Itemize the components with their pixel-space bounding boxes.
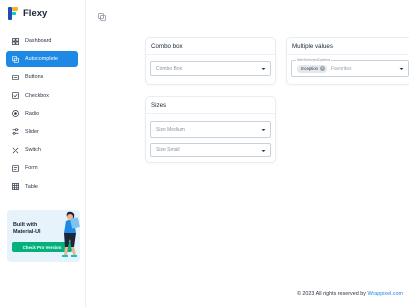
combo-box-card: Combo box Combo Box bbox=[145, 37, 276, 85]
chevron-down-icon[interactable] bbox=[261, 128, 266, 132]
sidebar-item-label: Checkbox bbox=[25, 92, 49, 99]
sidebar-item-autocomplete[interactable]: Autocomplete bbox=[6, 51, 78, 68]
placeholder: Size Medium bbox=[156, 126, 185, 133]
wrappixel-link[interactable]: Wrappixel.com bbox=[367, 291, 403, 297]
divider bbox=[146, 113, 275, 114]
sidebar-item-label: Slider bbox=[25, 128, 39, 135]
checkbox-icon bbox=[12, 92, 19, 99]
sizes-card: Sizes Size Medium Size Small bbox=[145, 96, 276, 163]
selected-chip[interactable]: Inception × bbox=[297, 64, 327, 73]
combo-box-input[interactable]: Combo Box bbox=[150, 61, 271, 76]
person-laptop-illustration-icon bbox=[62, 211, 80, 257]
divider bbox=[287, 54, 409, 55]
size-small-input[interactable]: Size Small bbox=[150, 143, 271, 157]
placeholder: Favorites bbox=[331, 65, 352, 72]
multiple-values-input[interactable]: filterSelectedOptions Inception × Favori… bbox=[291, 58, 409, 77]
sidebar-item-label: Switch bbox=[25, 147, 41, 154]
layers-icon bbox=[12, 55, 19, 63]
multiple-values-card: Multiple values filterSelectedOptions In… bbox=[286, 37, 409, 85]
brand-name: Flexy bbox=[23, 8, 48, 19]
card-title: Multiple values bbox=[292, 43, 333, 50]
card-title: Sizes bbox=[151, 102, 167, 109]
placeholder: Size Small bbox=[156, 147, 180, 153]
sidebar-item-form[interactable]: Form bbox=[6, 160, 78, 176]
switch-icon bbox=[12, 147, 19, 154]
divider bbox=[146, 54, 275, 55]
sidebar-item-table[interactable]: Table bbox=[6, 179, 78, 195]
sidebar-item-dashboard[interactable]: Dashboard bbox=[6, 33, 78, 49]
sidebar: Flexy Dashboard Autocomplete Buttons Che… bbox=[0, 0, 86, 307]
chevron-down-icon[interactable] bbox=[261, 149, 266, 153]
radio-icon bbox=[12, 110, 19, 118]
grid-icon bbox=[12, 37, 19, 45]
sidebar-item-label: Radio bbox=[25, 110, 40, 117]
sidebar-item-label: Form bbox=[25, 165, 38, 172]
sidebar-item-label: Dashboard bbox=[25, 38, 52, 44]
sidebar-item-switch[interactable]: Switch bbox=[6, 142, 78, 158]
sidebar-item-label: Buttons bbox=[25, 74, 44, 81]
footer: © 2023 All rights reserved by Wrappixel.… bbox=[297, 291, 403, 297]
sidebar-item-checkbox[interactable]: Checkbox bbox=[6, 88, 78, 104]
flexy-logo-icon bbox=[8, 7, 18, 20]
chevron-down-icon[interactable] bbox=[399, 67, 404, 71]
copyright-text: © 2023 All rights reserved by bbox=[296, 291, 368, 297]
remove-chip-icon[interactable]: × bbox=[320, 66, 325, 71]
table-icon bbox=[12, 183, 19, 190]
layers-icon[interactable] bbox=[98, 8, 106, 21]
sidebar-item-slider[interactable]: Slider bbox=[6, 124, 78, 140]
card-title: Combo box bbox=[151, 43, 183, 50]
form-icon bbox=[12, 164, 19, 172]
pro-promo-card: Built with Material-UI Check Pro Version bbox=[7, 210, 80, 262]
field-label: filterSelectedOptions bbox=[296, 58, 332, 63]
size-medium-input[interactable]: Size Medium bbox=[150, 121, 271, 138]
promo-text: Built with Material-UI bbox=[13, 222, 41, 235]
sidebar-item-label: Autocomplete bbox=[25, 56, 58, 63]
sidebar-item-label: Table bbox=[25, 183, 38, 190]
sidebar-item-buttons[interactable]: Buttons bbox=[6, 69, 78, 85]
buttons-icon bbox=[12, 74, 19, 81]
sidebar-item-radio[interactable]: Radio bbox=[6, 106, 78, 122]
sidebar-nav: Dashboard Autocomplete Buttons Checkbox … bbox=[6, 33, 78, 197]
chevron-down-icon[interactable] bbox=[261, 67, 266, 71]
placeholder: Combo Box bbox=[156, 65, 183, 72]
slider-icon bbox=[12, 128, 19, 136]
brand[interactable]: Flexy bbox=[8, 7, 47, 20]
